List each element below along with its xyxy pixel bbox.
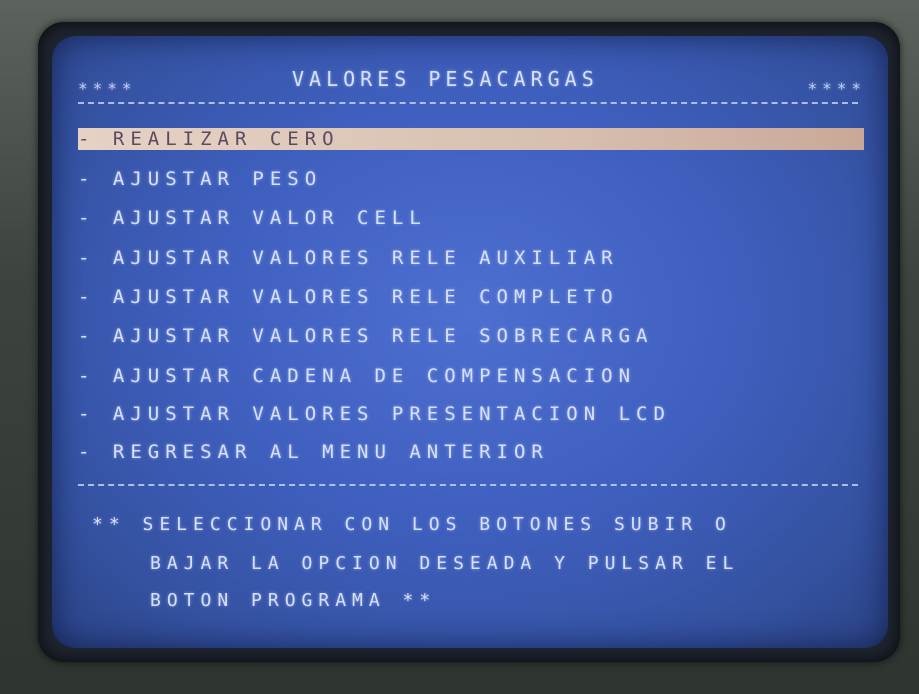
footer-divider: [78, 484, 858, 486]
crt-screen: **** VALORES PESACARGAS **** - REALIZAR …: [52, 36, 888, 648]
screen-title: VALORES PESACARGAS: [292, 67, 599, 91]
header-stars-left: ****: [78, 79, 137, 98]
menu-item-cadena-compensacion[interactable]: - AJUSTAR CADENA DE COMPENSACION: [78, 365, 636, 387]
menu-item-rele-auxiliar[interactable]: - AJUSTAR VALORES RELE AUXILIAR: [78, 247, 619, 269]
menu-item-ajustar-peso[interactable]: - AJUSTAR PESO: [78, 168, 322, 190]
header-divider: [78, 102, 858, 104]
menu-item-presentacion-lcd[interactable]: - AJUSTAR VALORES PRESENTACION LCD: [78, 403, 671, 425]
menu-item-ajustar-valor-cell[interactable]: - AJUSTAR VALOR CELL: [78, 207, 427, 229]
menu-item-rele-completo[interactable]: - AJUSTAR VALORES RELE COMPLETO: [78, 286, 619, 308]
monitor-photo: **** VALORES PESACARGAS **** - REALIZAR …: [0, 0, 919, 694]
header-stars-right: ****: [807, 79, 866, 98]
menu-item-realizar-cero[interactable]: - REALIZAR CERO: [78, 128, 864, 150]
instructions-line-2: BAJAR LA OPCION DESEADA Y PULSAR EL: [150, 553, 740, 574]
menu-item-rele-sobrecarga[interactable]: - AJUSTAR VALORES RELE SOBRECARGA: [78, 325, 654, 347]
menu-item-regresar-menu[interactable]: - REGRESAR AL MENU ANTERIOR: [78, 441, 549, 463]
instructions-line-1: ** SELECCIONAR CON LOS BOTONES SUBIR O: [92, 514, 732, 535]
instructions-line-3: BOTON PROGRAMA **: [150, 590, 437, 611]
